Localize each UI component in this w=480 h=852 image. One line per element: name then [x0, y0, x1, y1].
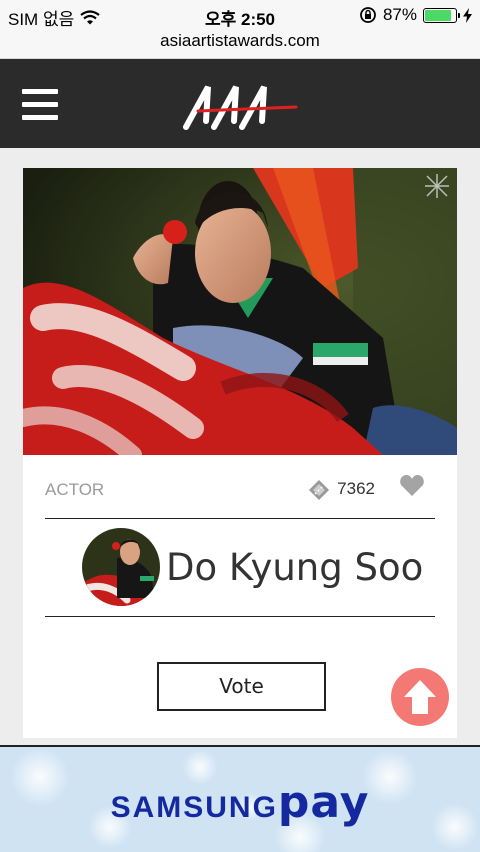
url-bar[interactable]: asiaartistawards.com: [0, 30, 480, 59]
category-label: ACTOR: [45, 480, 105, 499]
avatar: [82, 528, 160, 606]
ticket-icon: [309, 480, 330, 500]
vote-button[interactable]: Vote: [157, 662, 326, 711]
vote-count-value: 7362: [337, 479, 375, 498]
url-text: asiaartistawards.com: [160, 31, 320, 50]
banner-brand: SAMSUNG: [110, 791, 278, 824]
charging-icon: [463, 7, 472, 23]
battery-icon: [423, 7, 460, 23]
scroll-top-button[interactable]: [391, 668, 449, 726]
vote-count: 7362: [307, 478, 375, 500]
arrow-up-icon: [404, 680, 436, 714]
orientation-lock-icon: [360, 7, 376, 23]
aaa-logo[interactable]: [180, 77, 300, 133]
heart-icon[interactable]: [399, 474, 425, 498]
divider-bottom: [45, 616, 435, 617]
site-header: [0, 59, 480, 148]
samsung-pay-banner[interactable]: SAMSUNGpay: [0, 745, 480, 852]
banner-product: pay: [277, 777, 370, 828]
status-bar: SIM 없음 오후 2:50 87%: [0, 0, 480, 30]
status-right: 87%: [359, 5, 472, 25]
artist-name: Do Kyung Soo: [166, 546, 424, 589]
artist-card: ACTOR 7362 Do Kyung Soo Vote: [23, 168, 457, 738]
banner-logo: SAMSUNGpay: [0, 777, 480, 828]
hamburger-menu-icon[interactable]: [22, 89, 58, 121]
divider-top: [45, 518, 435, 519]
battery-percent: 87%: [382, 5, 417, 24]
artist-photo[interactable]: [23, 168, 457, 455]
